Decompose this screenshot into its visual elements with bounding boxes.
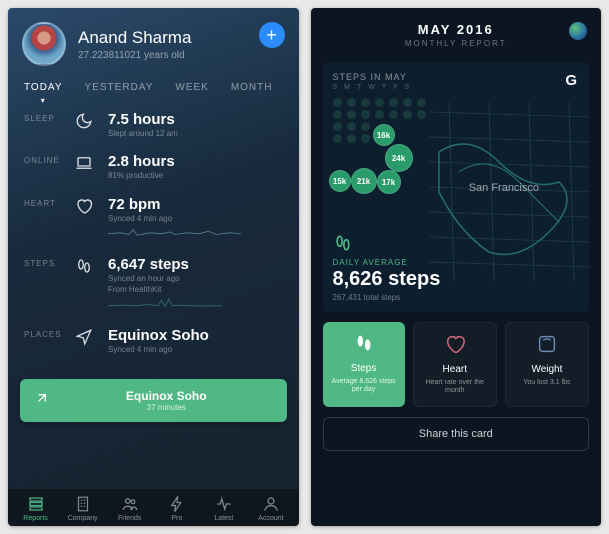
people-icon (121, 495, 139, 513)
expand-icon (34, 390, 50, 411)
card-title: Weight (531, 364, 562, 375)
period-tabs: TODAY YESTERDAY WEEK MONTH (8, 74, 299, 97)
monthly-report-screen: MAY 2016 MONTHLY REPORT STEPS IN MAY S M… (311, 8, 602, 526)
step-bubble: 21k (351, 168, 377, 194)
footsteps-icon (333, 233, 353, 258)
metric-value: 7.5 hours (108, 111, 283, 128)
laptop-icon (74, 153, 94, 172)
pulse-icon (215, 495, 233, 513)
daily-label: DAILY AVERAGE (333, 258, 441, 267)
nav-latest[interactable]: Latest (200, 495, 247, 522)
user-name: Anand Sharma (78, 28, 191, 48)
metric-value: 72 bpm (108, 196, 283, 213)
tab-month[interactable]: MONTH (231, 82, 273, 93)
steps-map-card[interactable]: STEPS IN MAY S M T W T F S G 16k 24k (323, 62, 590, 312)
card-weight[interactable]: Weight You lost 3.1 lbs (505, 322, 589, 407)
tab-yesterday[interactable]: YESTERDAY (85, 82, 154, 93)
report-month: MAY 2016 (323, 22, 590, 37)
stack-icon (27, 495, 45, 513)
share-button[interactable]: Share this card (323, 417, 590, 451)
bottom-nav: Reports Company Friends Pro Latest Accou… (8, 488, 299, 526)
metric-label: STEPS (24, 256, 60, 268)
metric-label: SLEEP (24, 111, 60, 123)
nav-company[interactable]: Company (59, 495, 106, 522)
metric-label: HEART (24, 196, 60, 208)
metric-heart[interactable]: HEART 72 bpm Synced 4 min ago (24, 196, 283, 242)
metric-label: ONLINE (24, 153, 60, 165)
globe-icon[interactable] (569, 22, 587, 40)
user-age: 27.223811021 years old (78, 50, 191, 61)
add-button[interactable]: + (259, 22, 285, 48)
tab-week[interactable]: WEEK (175, 82, 208, 93)
building-icon (74, 495, 92, 513)
city-label: San Francisco (469, 182, 539, 194)
metric-steps[interactable]: STEPS 6,647 steps Synced an hour ago Fro… (24, 256, 283, 313)
user-icon (262, 495, 280, 513)
moon-icon (74, 111, 94, 130)
metric-value: 2.8 hours (108, 153, 283, 170)
scale-icon (536, 333, 558, 360)
metric-online[interactable]: ONLINE 2.8 hours 81% productive (24, 153, 283, 181)
daily-total: 267,431 total steps (333, 293, 441, 302)
metric-value: 6,647 steps (108, 256, 283, 273)
heart-sparkline (108, 227, 241, 237)
metric-sleep[interactable]: SLEEP 7.5 hours Slept around 12 am (24, 111, 283, 139)
footsteps-icon (74, 256, 94, 275)
profile-header: Anand Sharma 27.223811021 years old + (8, 8, 299, 74)
card-sub: Average 8,626 steps per day (329, 378, 399, 395)
avatar[interactable] (22, 22, 66, 66)
heart-icon (74, 196, 94, 215)
footsteps-icon (353, 332, 375, 359)
bolt-icon (168, 495, 186, 513)
daily-average: DAILY AVERAGE 8,626 steps 267,431 total … (333, 258, 441, 302)
daily-value: 8,626 steps (333, 268, 441, 291)
step-bubble: 15k (329, 170, 351, 192)
nav-account[interactable]: Account (247, 495, 294, 522)
checkin-sub: 37 minutes (60, 403, 273, 412)
card-sub: You lost 3.1 lbs (523, 379, 570, 387)
report-header: MAY 2016 MONTHLY REPORT (311, 8, 602, 56)
metrics-list: SLEEP 7.5 hours Slept around 12 am ONLIN… (8, 97, 299, 375)
nav-friends[interactable]: Friends (106, 495, 153, 522)
steps-in-label: STEPS IN MAY (333, 72, 580, 82)
metric-label: PLACES (24, 327, 60, 339)
metric-places[interactable]: PLACES Equinox Soho Synced 4 min ago (24, 327, 283, 355)
metric-sub: Synced 4 min ago (108, 214, 283, 224)
steps-sparkline (108, 298, 222, 308)
metric-sub: Synced an hour ago From HealthKit (108, 274, 283, 295)
metric-sub: Synced 4 min ago (108, 345, 283, 355)
dashboard-screen: Anand Sharma 27.223811021 years old + TO… (8, 8, 299, 526)
metric-sub: 81% productive (108, 171, 283, 181)
location-arrow-icon (74, 327, 94, 346)
card-steps[interactable]: Steps Average 8,626 steps per day (323, 322, 405, 407)
checkin-title: Equinox Soho (60, 389, 273, 403)
checkin-card[interactable]: Equinox Soho 37 minutes (20, 379, 287, 422)
heart-icon (444, 333, 466, 360)
tab-today[interactable]: TODAY (24, 82, 63, 93)
user-info: Anand Sharma 27.223811021 years old (78, 28, 191, 61)
gyroscope-badge-icon: G (565, 72, 577, 89)
weekday-row: S M T W T F S (333, 84, 580, 91)
nav-pro[interactable]: Pro (153, 495, 200, 522)
metric-sub: Slept around 12 am (108, 129, 283, 139)
report-subtitle: MONTHLY REPORT (323, 39, 590, 48)
step-bubble: 24k (385, 144, 413, 172)
card-title: Heart (443, 364, 467, 375)
metric-value: Equinox Soho (108, 327, 283, 344)
card-title: Steps (351, 363, 377, 374)
metric-cards: Steps Average 8,626 steps per day Heart … (311, 322, 602, 407)
card-sub: Heart rate over the month (420, 379, 490, 396)
step-bubble: 17k (377, 170, 401, 194)
nav-reports[interactable]: Reports (12, 495, 59, 522)
step-bubble: 16k (373, 124, 395, 146)
card-heart[interactable]: Heart Heart rate over the month (413, 322, 497, 407)
